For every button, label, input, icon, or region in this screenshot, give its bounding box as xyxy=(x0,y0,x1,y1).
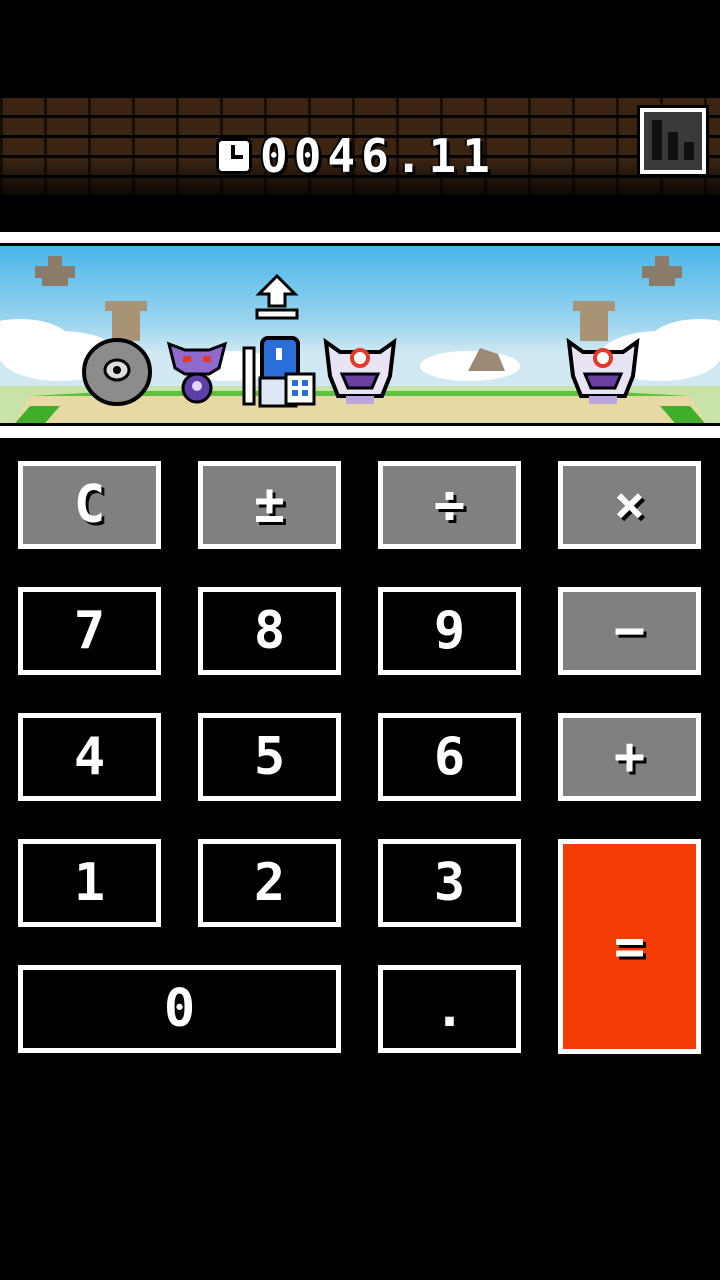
multiply-label: × xyxy=(613,475,646,535)
decimal-point-button[interactable]: . xyxy=(375,962,524,1056)
digit-8-button[interactable]: 8 xyxy=(195,584,344,678)
gray-shell-monster xyxy=(82,338,152,406)
level-up-arrow-icon xyxy=(255,274,299,320)
blue-knight-hero xyxy=(242,336,316,408)
digit-8-label: 8 xyxy=(253,601,286,661)
purple-gargoyle-monster xyxy=(166,341,228,404)
digit-3-label: 3 xyxy=(433,853,466,913)
subtract-label: − xyxy=(613,601,646,661)
digit-6-button[interactable]: 6 xyxy=(375,710,524,804)
divide-label: ÷ xyxy=(433,475,466,535)
digit-3-button[interactable]: 3 xyxy=(375,836,524,930)
digit-2-button[interactable]: 2 xyxy=(195,836,344,930)
timer-value: 0046.11 xyxy=(260,129,496,183)
white-cyclops-monster-right xyxy=(566,337,640,404)
battle-scene xyxy=(0,243,720,426)
clear-button[interactable]: C xyxy=(15,458,164,552)
timer-display: 0046.11 xyxy=(216,129,496,183)
clear-label: C xyxy=(73,475,106,535)
digit-0-button[interactable]: 0 xyxy=(15,962,344,1056)
equals-label: = xyxy=(613,916,646,977)
plus-minus-label: ± xyxy=(253,475,286,535)
bar-chart-icon-bar-2 xyxy=(668,132,678,160)
add-button[interactable]: + xyxy=(555,710,704,804)
digit-6-label: 6 xyxy=(433,727,466,787)
plus-minus-button[interactable]: ± xyxy=(195,458,344,552)
digit-7-label: 7 xyxy=(73,601,106,661)
digit-7-button[interactable]: 7 xyxy=(15,584,164,678)
multiply-button[interactable]: × xyxy=(555,458,704,552)
digit-4-button[interactable]: 4 xyxy=(15,710,164,804)
digit-9-label: 9 xyxy=(433,601,466,661)
decimal-point-label: . xyxy=(433,979,466,1039)
digit-0-label: 0 xyxy=(163,979,196,1039)
digit-9-button[interactable]: 9 xyxy=(375,584,524,678)
clock-icon xyxy=(216,138,252,174)
divide-button[interactable]: ÷ xyxy=(375,458,524,552)
bar-chart-icon-bar-3 xyxy=(684,142,694,160)
add-label: + xyxy=(613,727,646,787)
digit-1-label: 1 xyxy=(73,853,106,913)
bar-chart-icon xyxy=(652,120,662,160)
stats-button[interactable] xyxy=(637,105,709,177)
digit-1-button[interactable]: 1 xyxy=(15,836,164,930)
digit-5-label: 5 xyxy=(253,727,286,787)
digit-4-label: 4 xyxy=(73,727,106,787)
subtract-button[interactable]: − xyxy=(555,584,704,678)
digit-5-button[interactable]: 5 xyxy=(195,710,344,804)
white-cyclops-monster xyxy=(323,337,397,404)
digit-2-label: 2 xyxy=(253,853,286,913)
equals-button[interactable]: = xyxy=(555,836,704,1057)
